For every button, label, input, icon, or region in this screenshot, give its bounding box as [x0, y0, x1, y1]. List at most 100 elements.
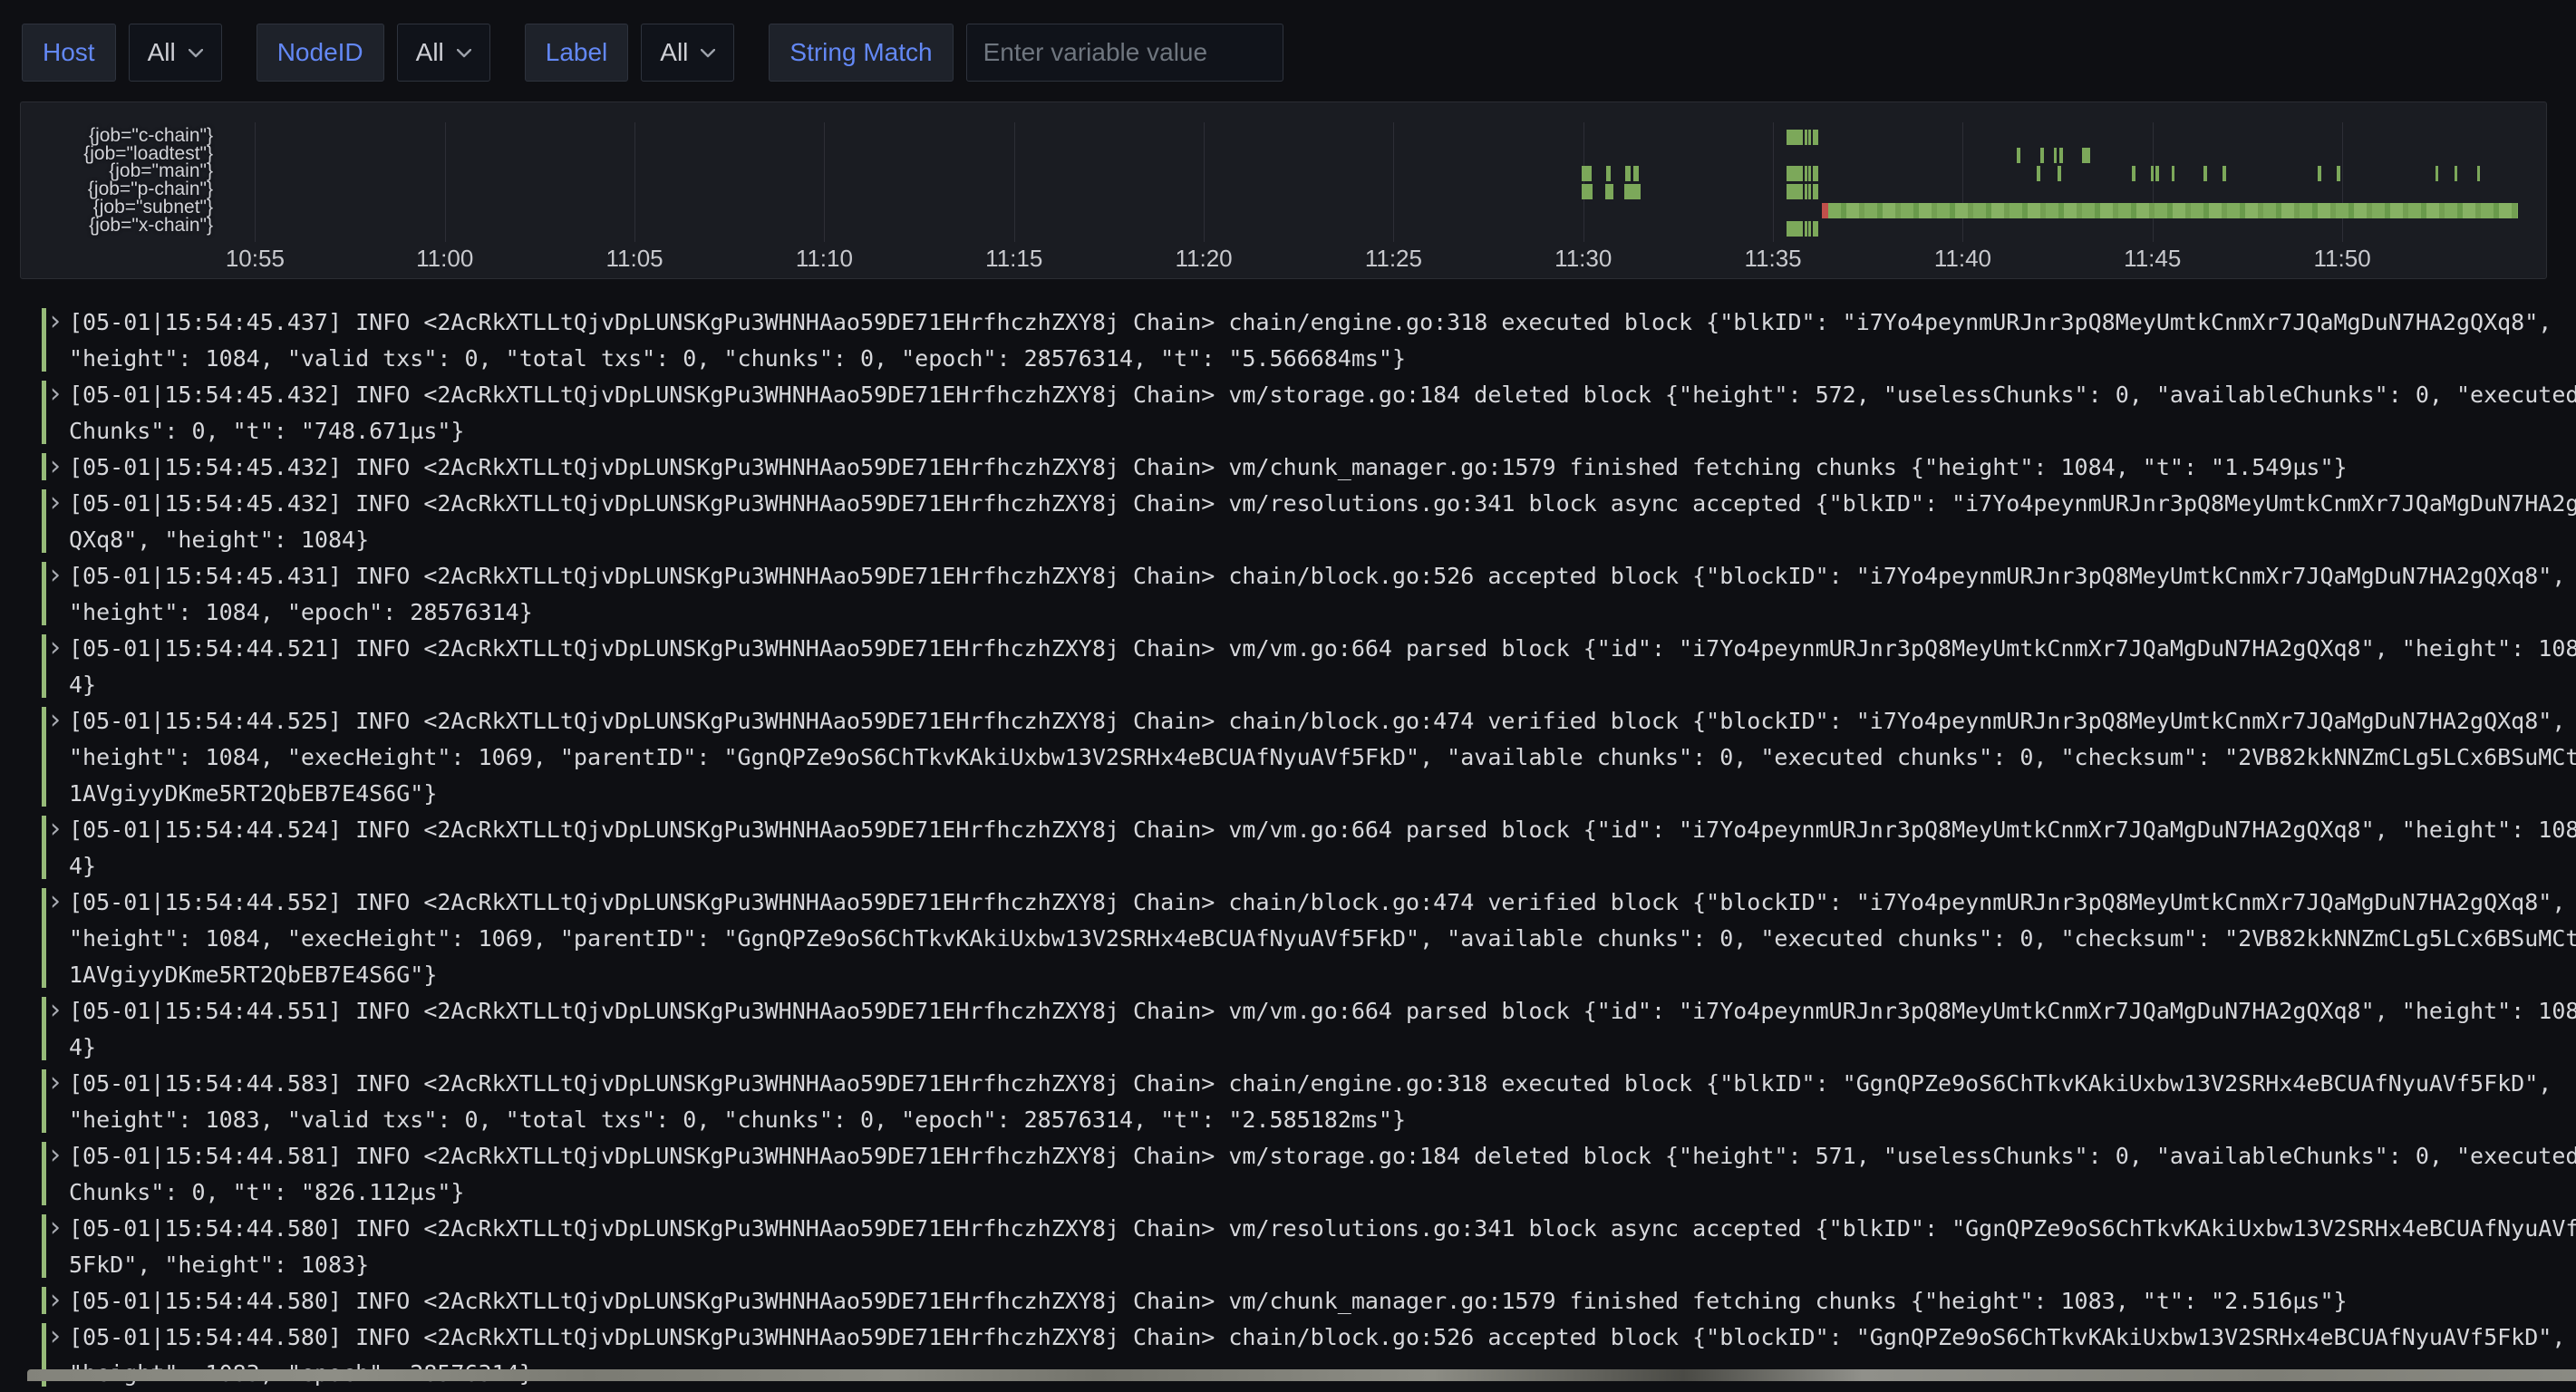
- log-line-text: [05-01|15:54:45.437] INFO <2AcRkXTLLtQjv…: [69, 304, 2576, 377]
- timeline-bar[interactable]: [1605, 184, 1613, 199]
- timeline-bar[interactable]: [2132, 166, 2135, 181]
- timeline-bar[interactable]: [1625, 166, 1631, 181]
- timeline-bar[interactable]: [1787, 130, 1803, 145]
- log-row[interactable]: ›[05-01|15:54:44.580] INFO <2AcRkXTLLtQj…: [42, 1211, 2576, 1283]
- timeline-bar[interactable]: [2017, 148, 2020, 163]
- expand-row-icon[interactable]: ›: [50, 1211, 61, 1247]
- timeline-bar[interactable]: [1813, 166, 1819, 181]
- time-tick-label: 11:00: [416, 240, 473, 276]
- timeline-bar[interactable]: [2318, 166, 2321, 181]
- timeline-bar[interactable]: [2040, 148, 2044, 163]
- log-row[interactable]: ›[05-01|15:54:45.432] INFO <2AcRkXTLLtQj…: [42, 377, 2576, 450]
- expand-row-icon[interactable]: ›: [50, 486, 61, 522]
- timeline-bar[interactable]: [1805, 221, 1807, 237]
- timeline-bar[interactable]: [2203, 166, 2207, 181]
- timeline-bar[interactable]: [2455, 166, 2458, 181]
- timeline-bar[interactable]: [1828, 203, 2517, 218]
- expand-row-icon[interactable]: ›: [50, 1320, 61, 1356]
- expand-row-icon[interactable]: ›: [50, 884, 61, 921]
- timeline-bar[interactable]: [1808, 130, 1811, 145]
- timeline-bar[interactable]: [1582, 166, 1592, 181]
- time-tick-label: 11:30: [1554, 240, 1612, 276]
- timeline-bar[interactable]: [1808, 184, 1811, 199]
- log-row[interactable]: ›[05-01|15:54:44.581] INFO <2AcRkXTLLtQj…: [42, 1138, 2576, 1211]
- timeline-bar[interactable]: [2477, 166, 2481, 181]
- expand-row-icon[interactable]: ›: [50, 304, 61, 341]
- log-row[interactable]: ›[05-01|15:54:44.521] INFO <2AcRkXTLLtQj…: [42, 631, 2576, 703]
- timeline-bar[interactable]: [1787, 184, 1803, 199]
- timeline-bar[interactable]: [2155, 166, 2159, 181]
- variable-host-dropdown[interactable]: All: [129, 24, 222, 82]
- log-volume-panel: {job="c-chain"}{job="loadtest"}{job="mai…: [20, 102, 2547, 279]
- timeline-bar[interactable]: [1582, 184, 1593, 199]
- log-row[interactable]: ›[05-01|15:54:44.580] INFO <2AcRkXTLLtQj…: [42, 1320, 2576, 1392]
- timeline-bar[interactable]: [1808, 221, 1811, 237]
- log-row[interactable]: ›[05-01|15:54:45.432] INFO <2AcRkXTLLtQj…: [42, 450, 2576, 486]
- timeline-bar[interactable]: [2037, 166, 2040, 181]
- timeline-bar[interactable]: [1822, 203, 1829, 218]
- legend-item[interactable]: {job="p-chain"}: [21, 180, 213, 198]
- timeline-bar[interactable]: [1813, 221, 1819, 237]
- timeline-bar[interactable]: [1606, 166, 1611, 181]
- timeline-bar[interactable]: [2151, 166, 2155, 181]
- timeline-bar[interactable]: [2223, 166, 2226, 181]
- log-row[interactable]: ›[05-01|15:54:45.437] INFO <2AcRkXTLLtQj…: [42, 304, 2576, 377]
- timeline-bar[interactable]: [1813, 184, 1819, 199]
- log-row[interactable]: ›[05-01|15:54:44.580] INFO <2AcRkXTLLtQj…: [42, 1283, 2576, 1320]
- timeline-bar[interactable]: [1813, 130, 1819, 145]
- expand-row-icon[interactable]: ›: [50, 993, 61, 1030]
- timeline-bar[interactable]: [2436, 166, 2439, 181]
- timeline-bar[interactable]: [1808, 166, 1811, 181]
- timeline-bar[interactable]: [1633, 166, 1639, 181]
- horizontal-scrollbar[interactable]: [27, 1369, 2576, 1381]
- log-line-text: [05-01|15:54:44.524] INFO <2AcRkXTLLtQjv…: [69, 812, 2576, 884]
- timeline-plot[interactable]: [24, 128, 2543, 238]
- timeline-bar[interactable]: [2058, 166, 2061, 181]
- variable-nodeid-dropdown[interactable]: All: [397, 24, 490, 82]
- time-tick-label: 11:40: [1934, 240, 1991, 276]
- timeline-bar[interactable]: [1787, 221, 1803, 237]
- legend-item[interactable]: {job="c-chain"}: [21, 127, 213, 145]
- time-tick-label: 11:10: [796, 240, 853, 276]
- legend-item[interactable]: {job="subnet"}: [21, 198, 213, 217]
- chevron-down-icon: [457, 49, 471, 58]
- timeline-bar[interactable]: [2054, 148, 2057, 163]
- log-line-text: [05-01|15:54:44.583] INFO <2AcRkXTLLtQjv…: [69, 1066, 2576, 1138]
- log-row[interactable]: ›[05-01|15:54:45.431] INFO <2AcRkXTLLtQj…: [42, 558, 2576, 631]
- log-row[interactable]: ›[05-01|15:54:44.551] INFO <2AcRkXTLLtQj…: [42, 993, 2576, 1066]
- variable-host-value: All: [148, 38, 176, 67]
- timeline-bar[interactable]: [1787, 166, 1803, 181]
- expand-row-icon[interactable]: ›: [50, 812, 61, 848]
- log-row[interactable]: ›[05-01|15:54:44.583] INFO <2AcRkXTLLtQj…: [42, 1066, 2576, 1138]
- log-line-text: [05-01|15:54:45.431] INFO <2AcRkXTLLtQjv…: [69, 558, 2576, 631]
- timeline-bar[interactable]: [1805, 166, 1807, 181]
- log-row[interactable]: ›[05-01|15:54:44.525] INFO <2AcRkXTLLtQj…: [42, 703, 2576, 812]
- expand-row-icon[interactable]: ›: [50, 1283, 61, 1320]
- timeline-bar[interactable]: [2082, 148, 2090, 163]
- log-row[interactable]: ›[05-01|15:54:44.524] INFO <2AcRkXTLLtQj…: [42, 812, 2576, 884]
- time-tick-label: 10:55: [226, 240, 285, 276]
- variable-label: Label All: [525, 24, 735, 82]
- variable-string-match: String Match: [769, 24, 1283, 82]
- variable-label-dropdown[interactable]: All: [641, 24, 734, 82]
- log-row[interactable]: ›[05-01|15:54:44.552] INFO <2AcRkXTLLtQj…: [42, 884, 2576, 993]
- expand-row-icon[interactable]: ›: [50, 631, 61, 667]
- timeline-bar[interactable]: [2059, 148, 2063, 163]
- timeline-bar[interactable]: [1805, 184, 1807, 199]
- log-line-text: [05-01|15:54:44.580] INFO <2AcRkXTLLtQjv…: [69, 1320, 2576, 1392]
- expand-row-icon[interactable]: ›: [50, 703, 61, 740]
- log-row[interactable]: ›[05-01|15:54:45.432] INFO <2AcRkXTLLtQj…: [42, 486, 2576, 558]
- timeline-bar[interactable]: [2172, 166, 2175, 181]
- expand-row-icon[interactable]: ›: [50, 377, 61, 413]
- expand-row-icon[interactable]: ›: [50, 1066, 61, 1102]
- timeline-bar[interactable]: [1624, 184, 1641, 199]
- legend-item[interactable]: {job="x-chain"}: [21, 217, 213, 235]
- timeline-bar[interactable]: [2337, 166, 2340, 181]
- expand-row-icon[interactable]: ›: [50, 450, 61, 486]
- expand-row-icon[interactable]: ›: [50, 1138, 61, 1174]
- string-match-input[interactable]: [966, 24, 1283, 82]
- timeline-row-5: [24, 201, 2543, 219]
- expand-row-icon[interactable]: ›: [50, 558, 61, 594]
- time-tick-label: 11:35: [1745, 240, 1802, 276]
- timeline-bar[interactable]: [1805, 130, 1807, 145]
